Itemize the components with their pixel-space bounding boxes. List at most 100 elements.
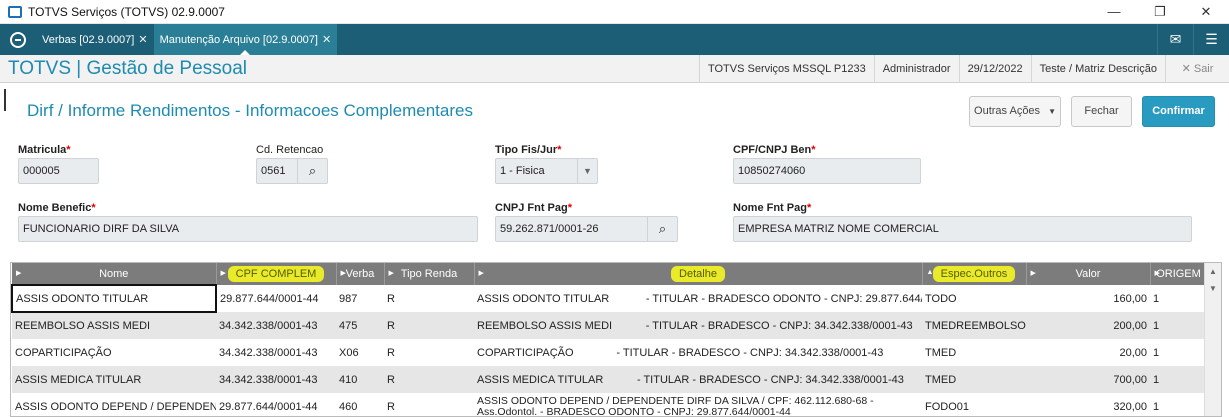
- sort-arrow-icon: ▶: [220, 270, 226, 277]
- column-header-cpf-complem[interactable]: ▶ CPF COMPLEM: [216, 263, 337, 285]
- table-row[interactable]: ASSIS ODONTO DEPEND / DEPENDEN 29.877.64…: [12, 393, 1207, 416]
- totvs-logo-icon[interactable]: [0, 24, 36, 55]
- cell-origem[interactable]: 1: [1150, 366, 1207, 393]
- table-row[interactable]: ASSIS MEDICA TITULAR 34.342.338/0001-43 …: [12, 366, 1207, 393]
- cell-verba[interactable]: X06: [336, 339, 384, 366]
- cell-valor[interactable]: 320,00: [1026, 393, 1150, 416]
- cell-espec-outros[interactable]: TMED: [922, 339, 1026, 366]
- table-row[interactable]: ASSIS ODONTO TITULAR 29.877.644/0001-44 …: [11, 284, 1207, 313]
- environment-info: TOTVS Serviços MSSQL P1233: [698, 54, 874, 83]
- cell-espec-outros[interactable]: FODO01: [922, 393, 1026, 416]
- cell-valor[interactable]: 200,00: [1026, 312, 1150, 339]
- nome-fnt-pag-input[interactable]: EMPRESA MATRIZ NOME COMERCIAL: [733, 216, 1192, 242]
- cell-tipo-renda[interactable]: R: [384, 393, 474, 416]
- close-tab-icon[interactable]: ✕: [322, 33, 331, 46]
- cell-origem[interactable]: 1: [1150, 285, 1207, 312]
- mail-icon[interactable]: ✉: [1157, 24, 1193, 55]
- matricula-input[interactable]: 000005: [18, 158, 99, 184]
- tab-label: Manutenção Arquivo [02.9.0007]: [159, 33, 318, 46]
- nome-benefic-input[interactable]: FUNCIONARIO DIRF DA SILVA: [18, 216, 478, 242]
- column-header-tipo-renda[interactable]: ▶ Tipo Renda: [384, 263, 475, 285]
- cell-detalhe[interactable]: COPARTICIPAÇÃO - TITULAR - BRADESCO - CN…: [474, 339, 922, 366]
- menu-icon[interactable]: ☰: [1193, 24, 1229, 55]
- form-area: Matricula* 000005 Cd. Retencao 0561 ⌕ Ti…: [0, 139, 1229, 249]
- grid-header-row: ▶ Nome ▶ CPF COMPLEM ▶ Verba ▶ Tipo Renda ▶ D…: [12, 263, 1208, 285]
- tipo-fis-jur-select[interactable]: 1 - Fisica ▼: [495, 158, 598, 184]
- cell-nome[interactable]: ASSIS ODONTO TITULAR: [11, 284, 217, 313]
- column-header-valor[interactable]: ▶ Valor: [1026, 263, 1151, 285]
- close-window-button[interactable]: ✕: [1183, 0, 1229, 24]
- cell-cpf-complem[interactable]: 34.342.338/0001-43: [216, 339, 336, 366]
- cell-cpf-complem[interactable]: 34.342.338/0001-43: [216, 366, 336, 393]
- cell-detalhe[interactable]: ASSIS ODONTO TITULAR - TITULAR - BRADESC…: [474, 285, 922, 312]
- cell-espec-outros[interactable]: TMED: [922, 366, 1026, 393]
- confirm-button[interactable]: Confirmar: [1142, 95, 1215, 127]
- cd-retencao-input[interactable]: 0561 ⌕: [256, 158, 328, 184]
- cell-valor[interactable]: 700,00: [1026, 366, 1150, 393]
- cnpj-fnt-pag-field: CNPJ Fnt Pag* 59.262.871/0001-26 ⌕: [495, 202, 678, 242]
- cpf-cnpj-ben-input[interactable]: 10850274060: [733, 158, 921, 184]
- tab-verbas[interactable]: Verbas [02.9.0007] ✕: [36, 24, 154, 55]
- cell-cpf-complem[interactable]: 34.342.338/0001-43: [216, 312, 336, 339]
- window-title: TOTVS Serviços (TOTVS) 02.9.0007: [28, 4, 225, 19]
- tab-bar: Verbas [02.9.0007] ✕ Manutenção Arquivo …: [0, 24, 1229, 55]
- table-row[interactable]: COPARTICIPAÇÃO 34.342.338/0001-43 X06 R …: [12, 339, 1207, 366]
- app-header: TOTVS | Gestão de Pessoal TOTVS Serviços…: [0, 54, 1229, 83]
- page-title: Dirf / Informe Rendimentos - Informacoes…: [27, 101, 473, 120]
- exit-button[interactable]: ✕ Sair: [1165, 54, 1229, 83]
- search-icon[interactable]: ⌕: [647, 217, 677, 241]
- table-row[interactable]: REEMBOLSO ASSIS MEDI 34.342.338/0001-43 …: [12, 312, 1207, 339]
- cell-nome[interactable]: ASSIS ODONTO DEPEND / DEPENDEN: [12, 393, 216, 416]
- cell-tipo-renda[interactable]: R: [384, 312, 474, 339]
- cell-nome[interactable]: COPARTICIPAÇÃO: [12, 339, 216, 366]
- chevron-down-icon[interactable]: ▼: [577, 159, 597, 183]
- cell-nome[interactable]: ASSIS MEDICA TITULAR: [12, 366, 216, 393]
- cell-tipo-renda[interactable]: R: [384, 285, 474, 312]
- cd-retencao-field: Cd. Retencao 0561 ⌕: [256, 144, 328, 184]
- cell-detalhe[interactable]: ASSIS MEDICA TITULAR - TITULAR - BRADESC…: [474, 366, 922, 393]
- cpf-cnpj-ben-field: CPF/CNPJ Ben* 10850274060: [733, 144, 921, 184]
- caret-down-icon: ▼: [1048, 106, 1056, 116]
- cnpj-fnt-pag-input[interactable]: 59.262.871/0001-26 ⌕: [495, 216, 678, 242]
- tab-label: Verbas [02.9.0007]: [42, 33, 135, 46]
- cell-verba[interactable]: 475: [336, 312, 384, 339]
- cell-verba[interactable]: 410: [336, 366, 384, 393]
- restore-button[interactable]: ❐: [1137, 0, 1183, 24]
- cell-tipo-renda[interactable]: R: [384, 339, 474, 366]
- user-info: Administrador: [873, 54, 959, 83]
- scroll-down-icon[interactable]: ▼: [1205, 280, 1221, 297]
- cell-tipo-renda[interactable]: R: [384, 366, 474, 393]
- cell-origem[interactable]: 1: [1150, 312, 1207, 339]
- scroll-up-icon[interactable]: ▲: [1205, 263, 1221, 280]
- tab-manutencao-arquivo[interactable]: Manutenção Arquivo [02.9.0007] ✕: [153, 24, 338, 55]
- close-tab-icon[interactable]: ✕: [138, 33, 147, 46]
- column-header-nome[interactable]: ▶ Nome: [12, 263, 217, 285]
- tipo-fis-jur-field: Tipo Fis/Jur* 1 - Fisica ▼: [495, 144, 598, 184]
- minimize-button[interactable]: —: [1091, 0, 1137, 24]
- cell-cpf-complem[interactable]: 29.877.644/0001-44: [216, 285, 336, 312]
- field-label: Tipo Fis/Jur: [495, 144, 558, 156]
- column-header-detalhe[interactable]: ▶ Detalhe: [474, 263, 923, 285]
- cell-detalhe[interactable]: ASSIS ODONTO DEPEND / DEPENDENTE DIRF DA…: [474, 393, 922, 416]
- cell-valor[interactable]: 20,00: [1026, 339, 1150, 366]
- cell-verba[interactable]: 460: [336, 393, 384, 416]
- cell-origem[interactable]: 1: [1150, 393, 1207, 416]
- cell-verba[interactable]: 987: [336, 285, 384, 312]
- column-header-espec-outros[interactable]: ▲ Espec.Outros: [922, 263, 1027, 285]
- cell-cpf-complem[interactable]: 29.877.644/0001-44: [216, 393, 336, 416]
- vertical-scrollbar[interactable]: ▲ ▼: [1204, 263, 1221, 416]
- column-header-origem[interactable]: ▶ ORIGEM: [1150, 263, 1208, 285]
- cell-nome[interactable]: REEMBOLSO ASSIS MEDI: [12, 312, 216, 339]
- cell-espec-outros[interactable]: TMEDREEMBOLSO: [922, 312, 1026, 339]
- company-info: Teste / Matriz Descrição: [1030, 54, 1165, 83]
- search-icon[interactable]: ⌕: [297, 159, 327, 183]
- date-info: 29/12/2022: [958, 54, 1031, 83]
- other-actions-button[interactable]: Outras Ações ▼: [969, 95, 1061, 127]
- column-header-verba[interactable]: ▶ Verba: [336, 263, 385, 285]
- close-button[interactable]: Fechar: [1071, 95, 1132, 127]
- cell-detalhe[interactable]: REEMBOLSO ASSIS MEDI - TITULAR - BRADESC…: [474, 312, 922, 339]
- cell-valor[interactable]: 160,00: [1026, 285, 1150, 312]
- cell-espec-outros[interactable]: TODO: [922, 285, 1026, 312]
- field-label: CNPJ Fnt Pag: [495, 202, 568, 214]
- cell-origem[interactable]: 1: [1150, 339, 1207, 366]
